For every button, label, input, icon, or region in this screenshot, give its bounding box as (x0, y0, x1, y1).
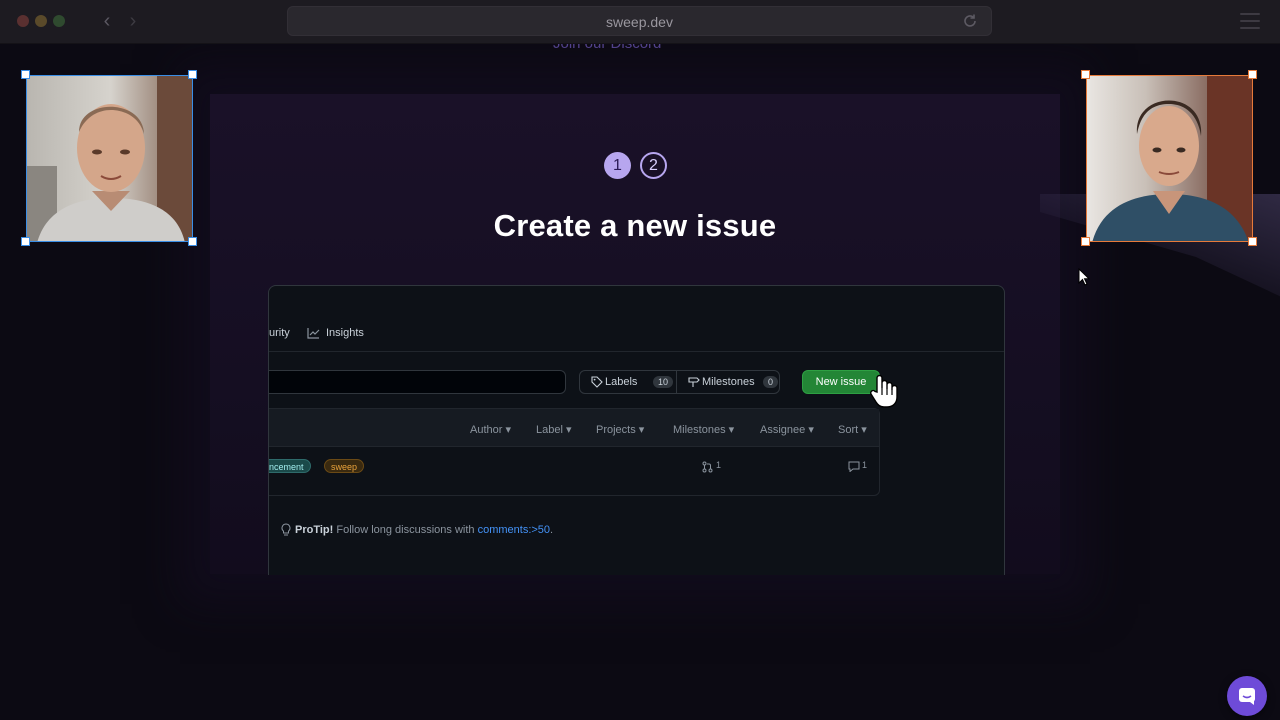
labels-count: 10 (653, 376, 674, 388)
protip-end: . (550, 524, 554, 536)
issues-list-header: Author ▾ Label ▾ Projects ▾ Milestones ▾… (269, 409, 879, 447)
comment-icon (848, 461, 860, 472)
step-1[interactable]: 1 (604, 152, 631, 179)
webcam-right[interactable] (1086, 75, 1253, 242)
milestones-button[interactable]: Milestones 0 (676, 370, 780, 394)
protip-text: Follow long discussions with (333, 524, 478, 536)
back-icon[interactable]: ‹ (97, 10, 117, 32)
chat-widget-button[interactable] (1227, 676, 1267, 716)
menu-icon[interactable] (1240, 13, 1260, 29)
label-sweep[interactable]: sweep (324, 459, 365, 473)
address-bar[interactable]: sweep.dev (287, 6, 992, 36)
minimize-window-button[interactable] (35, 15, 47, 27)
filter-label[interactable]: Label ▾ (536, 423, 572, 436)
step-2[interactable]: 2 (640, 152, 667, 179)
filter-sort[interactable]: Sort ▾ (838, 423, 867, 436)
person-right-image (1087, 76, 1252, 241)
milestone-icon (688, 377, 700, 387)
page-content: Join our Discord 1 2 Create a new issue … (0, 44, 1280, 720)
resize-handle-right-tr[interactable] (1248, 70, 1257, 79)
tab-security[interactable]: urity (269, 327, 290, 339)
forward-icon[interactable]: › (123, 10, 143, 32)
issues-list: Author ▾ Label ▾ Projects ▾ Milestones ▾… (269, 408, 880, 496)
issues-search-input[interactable] (269, 370, 566, 394)
resize-handle-tr[interactable] (188, 70, 197, 79)
resize-handle-right-bl[interactable] (1081, 237, 1090, 246)
milestones-button-label: Milestones (702, 376, 755, 388)
labels-button-label: Labels (605, 376, 638, 388)
maximize-window-button[interactable] (53, 15, 65, 27)
lightbulb-icon (281, 523, 291, 536)
resize-handle-bl[interactable] (21, 237, 30, 246)
hand-cursor-icon (870, 374, 898, 408)
reload-icon[interactable] (961, 12, 979, 30)
filter-assignee[interactable]: Assignee ▾ (760, 423, 814, 436)
filter-author[interactable]: Author ▾ (470, 423, 511, 436)
chat-icon (1239, 688, 1255, 705)
comment-count[interactable]: 1 (862, 460, 867, 470)
milestones-count: 0 (763, 376, 779, 388)
github-issues-preview: urity Insights Labels 10 Milestones 0 Ne… (268, 285, 1005, 575)
pull-request-icon (702, 461, 713, 473)
resize-handle-tl[interactable] (21, 70, 30, 79)
resize-handle-br[interactable] (188, 237, 197, 246)
protip-link[interactable]: comments:>50 (478, 524, 550, 536)
label-enhancement[interactable]: hancement (269, 459, 311, 473)
person-left-image (27, 76, 192, 241)
webcam-left[interactable] (26, 75, 193, 242)
discord-link[interactable]: Join our Discord (553, 44, 661, 52)
close-window-button[interactable] (17, 15, 29, 27)
graph-icon (307, 328, 320, 339)
discord-link-label: Join our Discord (553, 44, 661, 52)
filter-projects[interactable]: Projects ▾ (596, 423, 644, 436)
repo-tabs: urity Insights (269, 286, 1004, 352)
protip: ProTip! Follow long discussions with com… (295, 524, 553, 536)
protip-title: ProTip! (295, 524, 334, 536)
tab-insights[interactable]: Insights (326, 327, 364, 339)
browser-toolbar: ‹ › sweep.dev (0, 0, 1280, 44)
labels-button[interactable]: Labels 10 (579, 370, 677, 394)
resize-handle-right-tl[interactable] (1081, 70, 1090, 79)
tag-icon (591, 376, 603, 388)
url-text: sweep.dev (606, 14, 673, 30)
filter-milestones[interactable]: Milestones ▾ (673, 423, 734, 436)
linked-pr-count[interactable]: 1 (716, 460, 721, 470)
resize-handle-right-br[interactable] (1248, 237, 1257, 246)
arrow-cursor-icon (1078, 268, 1090, 286)
